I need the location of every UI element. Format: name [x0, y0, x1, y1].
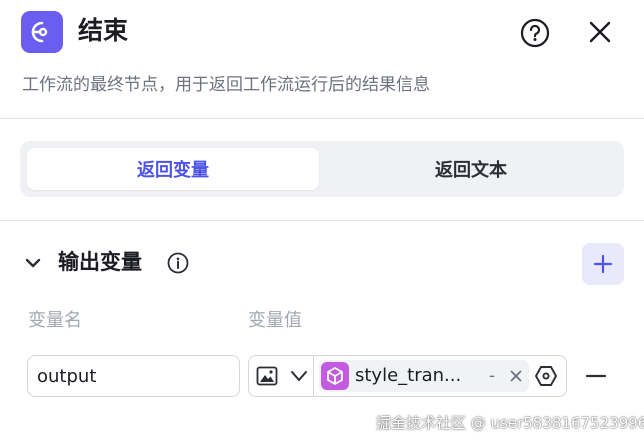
- add-variable-button[interactable]: [582, 243, 624, 285]
- node-cube-icon: [321, 362, 349, 390]
- chevron-down-icon: [291, 371, 307, 381]
- variable-value-field: style_tran... -: [248, 355, 567, 397]
- close-button[interactable]: [584, 16, 616, 48]
- image-icon: [256, 366, 278, 386]
- end-node-icon: [21, 11, 63, 53]
- close-icon: [589, 21, 611, 43]
- clear-reference-icon[interactable]: [508, 368, 524, 384]
- value-type-select[interactable]: [249, 356, 314, 396]
- plus-icon: [593, 254, 613, 274]
- chevron-down-icon: [25, 258, 41, 268]
- settings-hex-icon[interactable]: [534, 364, 558, 388]
- help-circle-icon: [520, 18, 550, 48]
- remove-variable-button[interactable]: [584, 365, 608, 387]
- divider: [0, 220, 644, 221]
- column-label-name: 变量名: [28, 310, 82, 331]
- variable-name-input[interactable]: [27, 355, 240, 397]
- reference-separator: -: [489, 366, 496, 386]
- info-icon[interactable]: [167, 252, 189, 274]
- panel-description: 工作流的最终节点，用于返回工作流运行后的结果信息: [22, 75, 430, 95]
- return-mode-segmented-control: 返回变量 返回文本: [20, 141, 624, 197]
- panel-header: 结束: [0, 0, 644, 64]
- minus-icon: [586, 374, 606, 378]
- panel-title: 结束: [78, 16, 129, 45]
- variable-reference-chip[interactable]: style_tran... -: [319, 360, 529, 392]
- reference-name: style_tran...: [355, 365, 462, 386]
- collapse-toggle[interactable]: [22, 252, 44, 274]
- tab-return-variables[interactable]: 返回变量: [27, 148, 319, 190]
- divider: [0, 118, 644, 119]
- help-button[interactable]: [518, 16, 552, 50]
- section-title: 输出变量: [58, 250, 142, 274]
- watermark: 掘金技术社区 @ user5838167523996: [376, 414, 644, 432]
- column-label-value: 变量值: [248, 310, 302, 331]
- tab-return-text[interactable]: 返回文本: [325, 148, 617, 190]
